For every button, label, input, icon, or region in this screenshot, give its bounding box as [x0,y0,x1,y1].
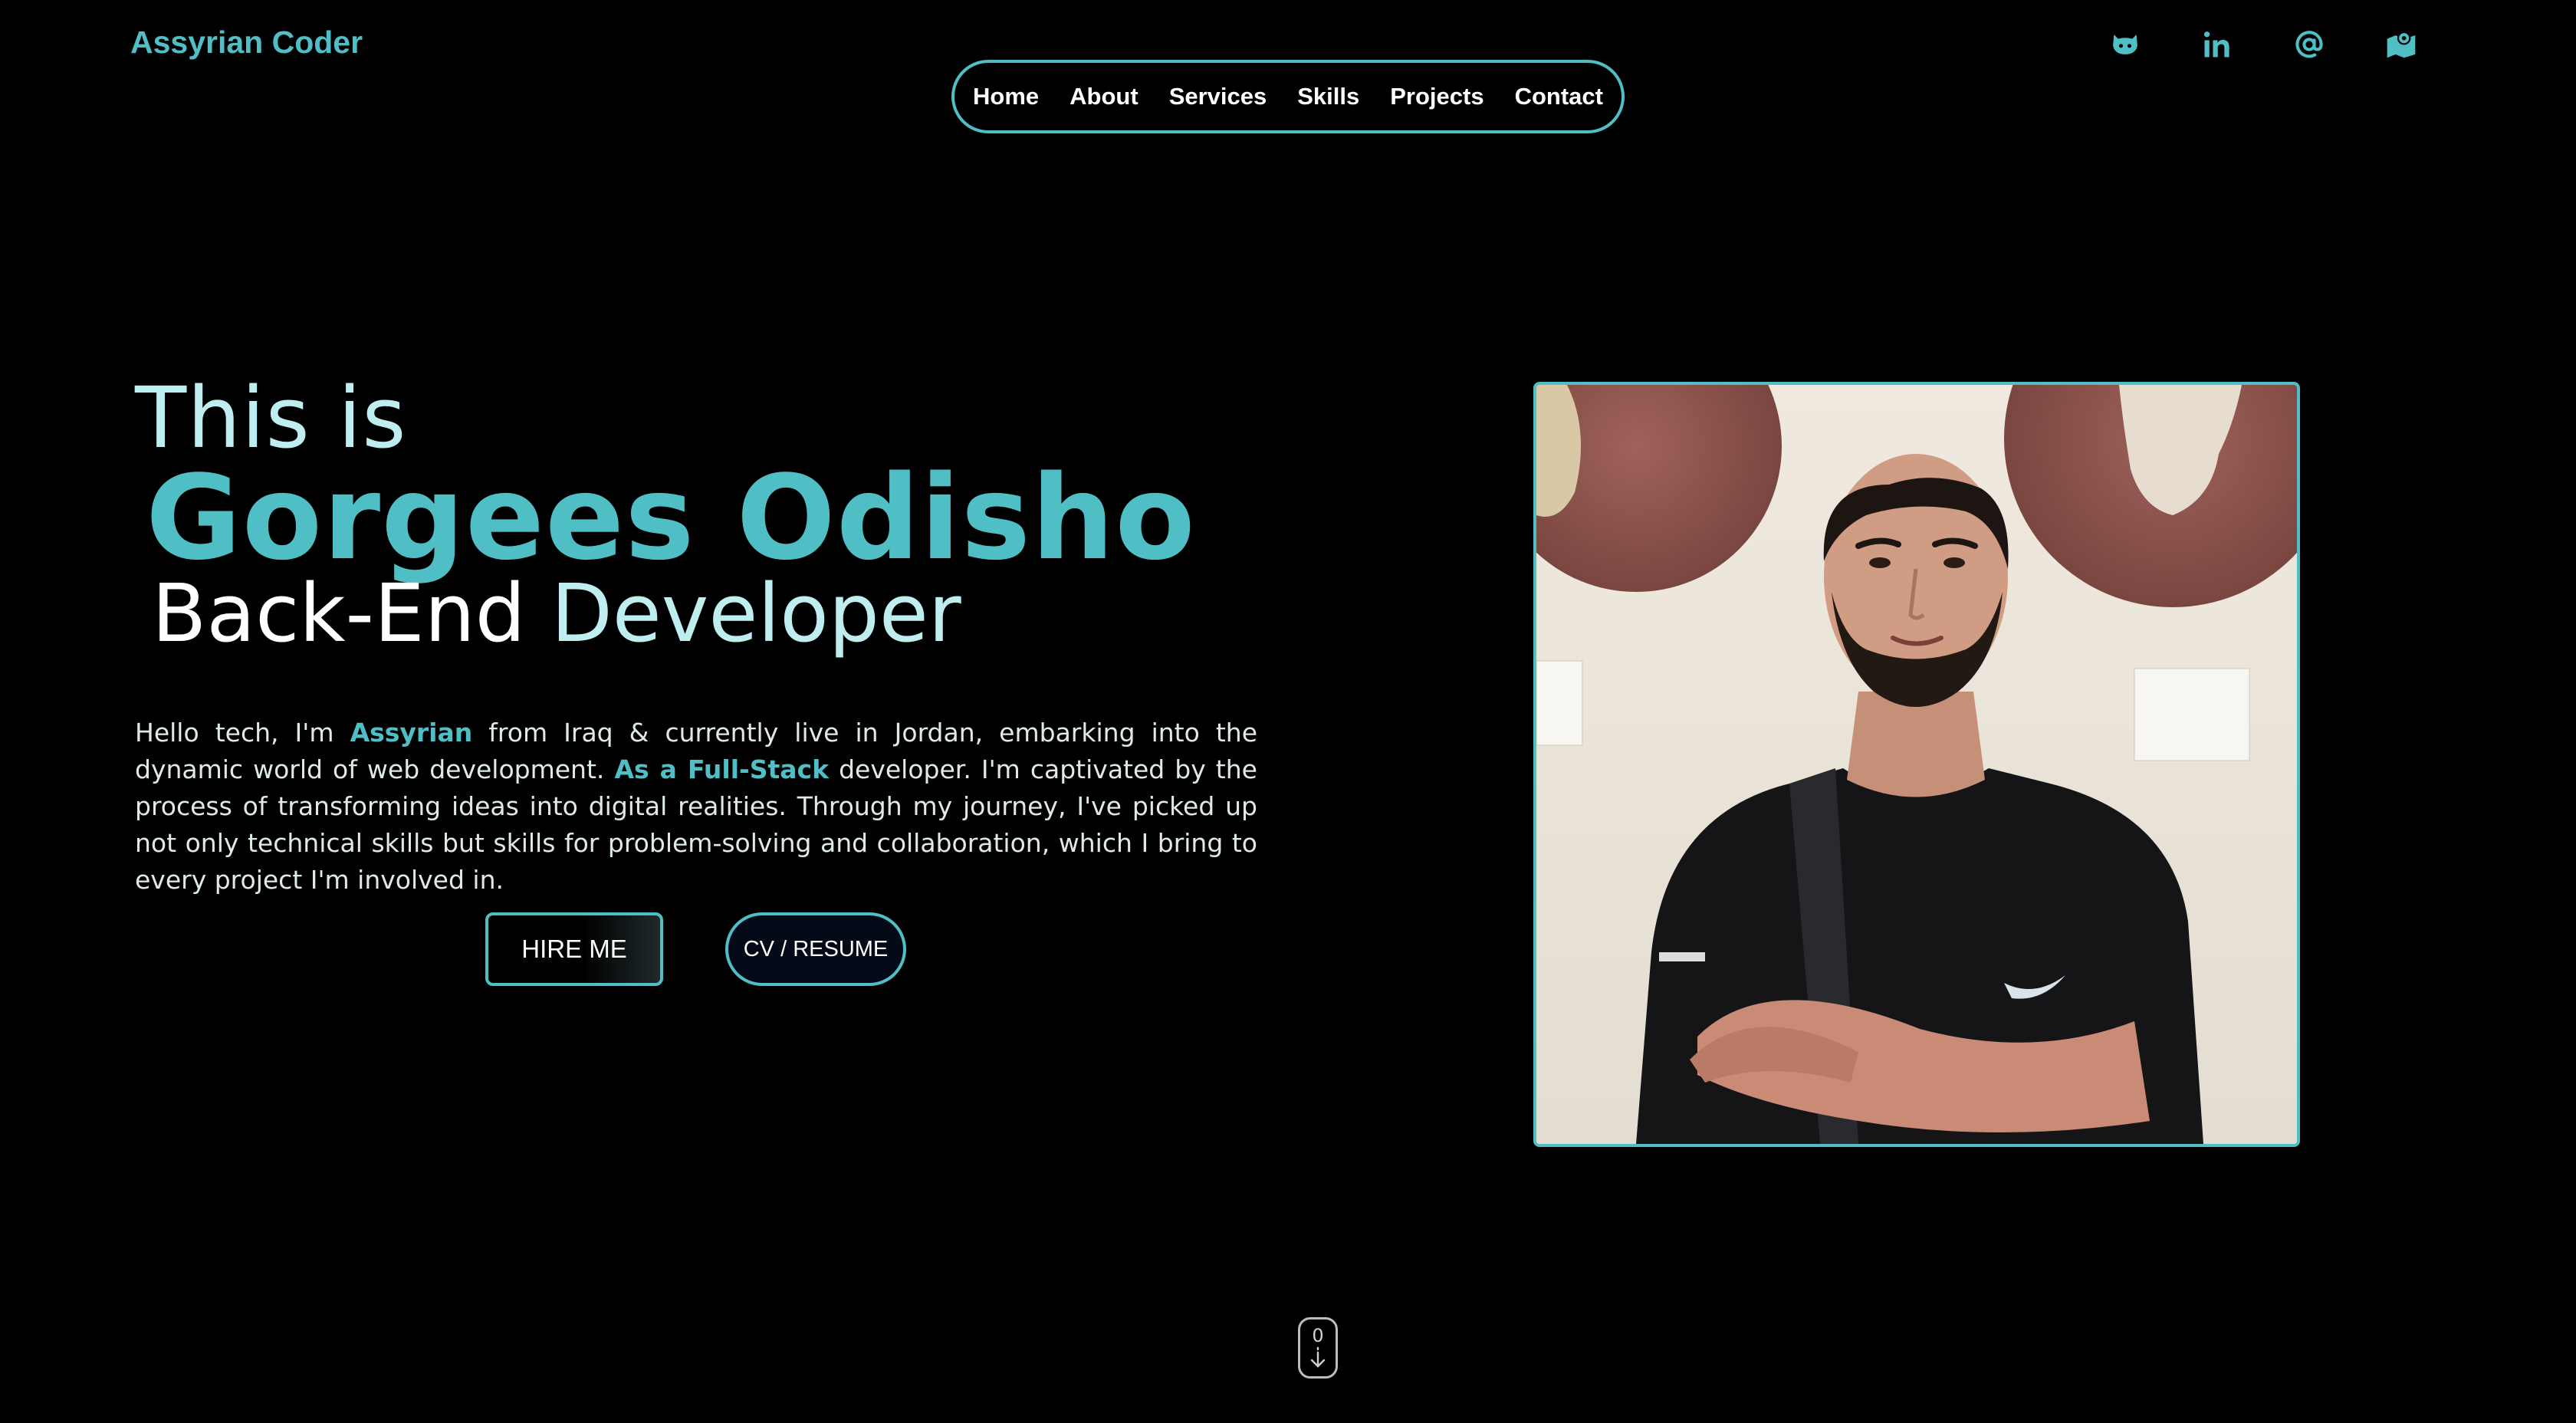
linkedin-link[interactable] [2196,23,2239,66]
linkedin-icon [2203,31,2229,58]
nav-projects[interactable]: Projects [1390,83,1484,110]
bio-paragraph: Hello tech, I'm Assyrian from Iraq & cur… [135,715,1257,899]
nav-contact[interactable]: Contact [1515,83,1603,110]
location-link[interactable] [2380,23,2423,66]
hero-name: Gorgees Odisho [146,450,1196,586]
profile-photo-illustration [1536,385,2297,1144]
github-icon [2113,35,2137,54]
scroll-down-indicator[interactable]: 0 [1298,1317,1338,1379]
hero-role-part1: Back-End [152,567,526,660]
hero-role-part2: Developer [550,567,961,660]
nav-services[interactable]: Services [1169,83,1267,110]
email-link[interactable] [2288,23,2331,66]
hero-role: Back-End Developer [152,573,961,653]
cv-resume-button[interactable]: CV / RESUME [725,912,906,986]
bio-text: Hello tech, I'm [135,718,350,748]
bio-highlight-assyrian: Assyrian [350,718,473,748]
profile-photo [1533,382,2300,1147]
hero-intro: This is [135,369,407,467]
bio-highlight-fullstack: As a Full-Stack [614,754,830,784]
map-location-icon [2387,31,2416,58]
nav-skills[interactable]: Skills [1297,83,1359,110]
scroll-counter: 0 [1312,1325,1324,1346]
arrow-down-icon [1310,1346,1326,1368]
site-logo[interactable]: Assyrian Coder [130,25,363,61]
email-at-icon [2295,31,2323,58]
hire-me-button[interactable]: HIRE ME [485,912,663,986]
github-link[interactable] [2104,23,2147,66]
main-nav: Home About Services Skills Projects Cont… [951,60,1625,133]
nav-home[interactable]: Home [973,83,1039,110]
nav-about[interactable]: About [1070,83,1138,110]
